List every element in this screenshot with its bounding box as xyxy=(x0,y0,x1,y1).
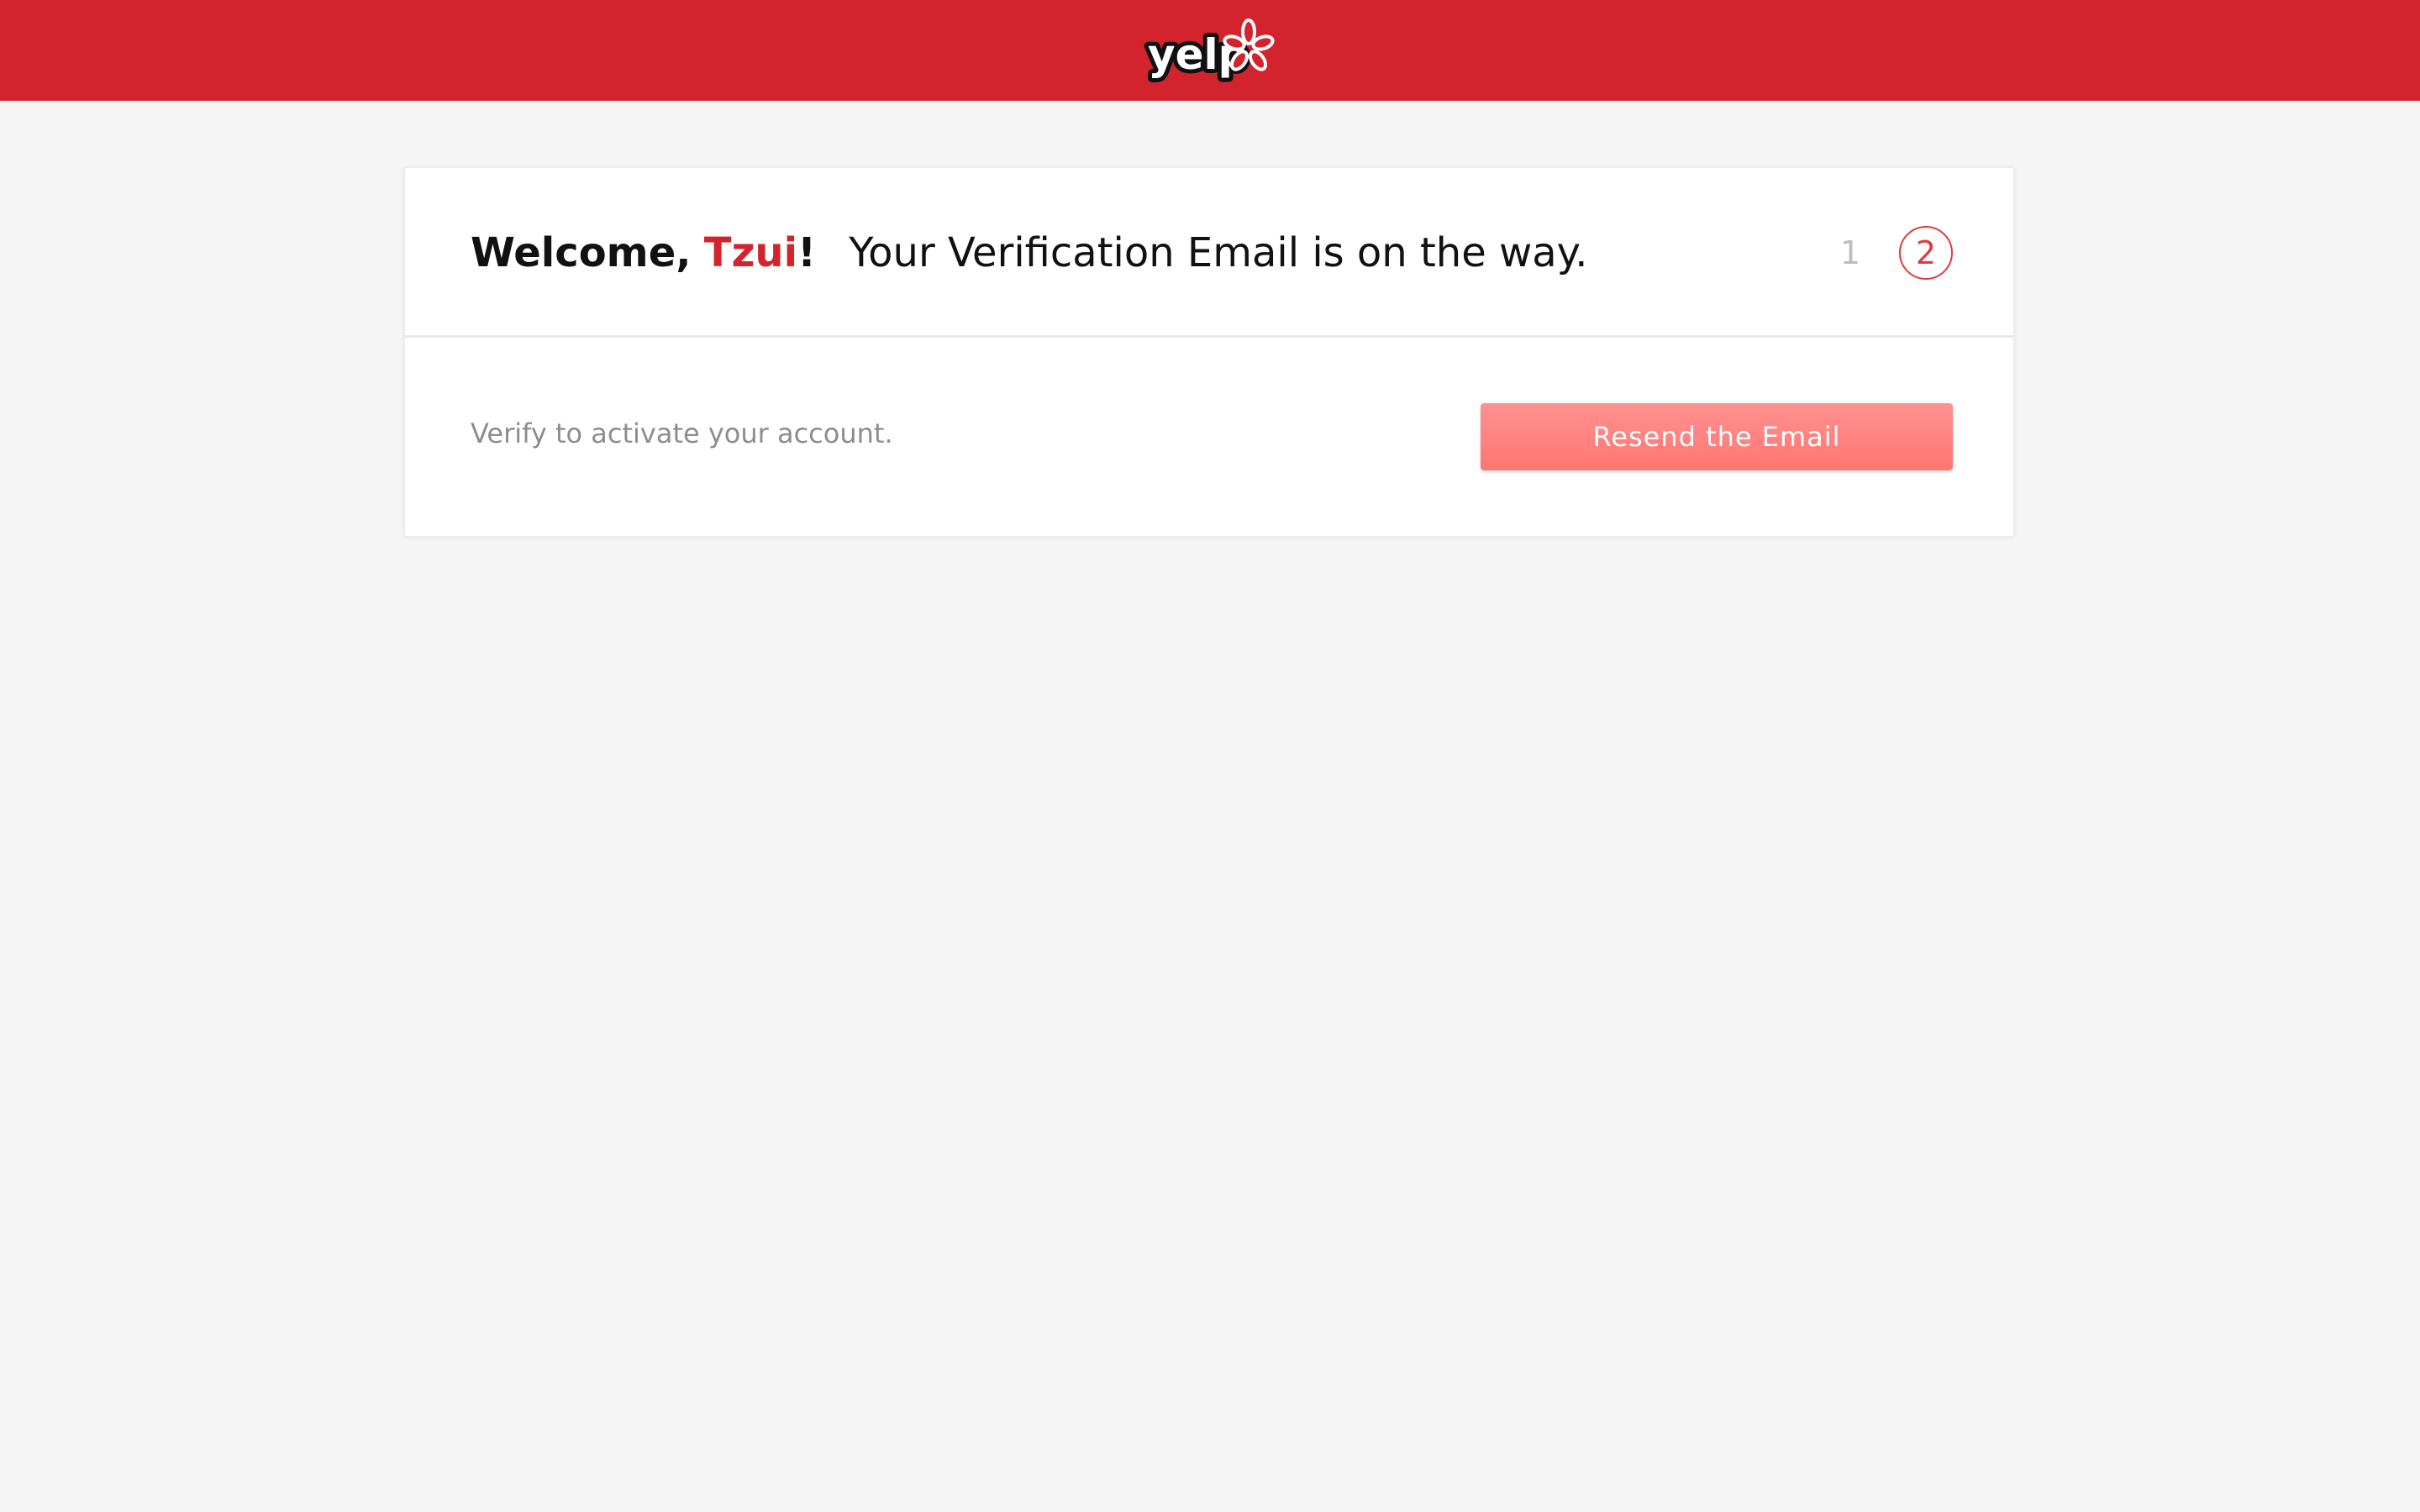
card-header: Welcome, Tzui! Your Verification Email i… xyxy=(405,168,2013,338)
yelp-burst-icon xyxy=(1223,18,1275,71)
step-indicator-1: 1 xyxy=(1839,234,1861,271)
page-title: Welcome, Tzui! Your Verification Email i… xyxy=(471,168,1588,338)
yelp-logo[interactable]: yelp xyxy=(1143,15,1277,84)
welcome-text: Welcome, xyxy=(471,229,692,276)
verification-card: Welcome, Tzui! Your Verification Email i… xyxy=(403,166,2015,538)
step-indicator-2-active: 2 xyxy=(1899,226,1953,280)
top-header-bar: yelp xyxy=(0,0,2420,101)
verify-instruction: Verify to activate your account. xyxy=(471,417,893,449)
exclamation-mark: ! xyxy=(797,229,816,276)
verification-message: Your Verification Email is on the way. xyxy=(849,229,1588,276)
resend-email-button[interactable]: Resend the Email xyxy=(1481,403,1953,470)
user-name: Tzui xyxy=(703,229,798,276)
